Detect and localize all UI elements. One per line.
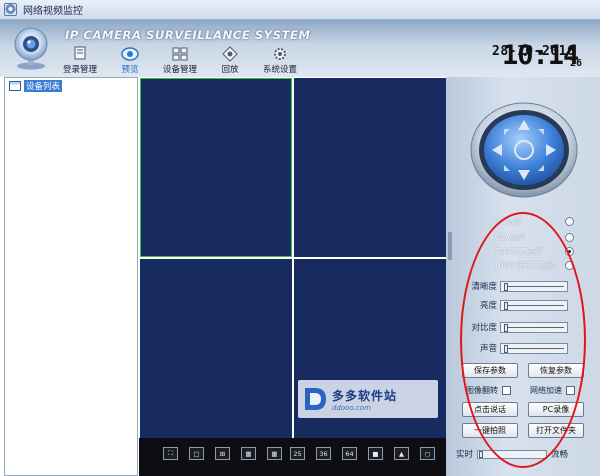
stream-mode-thumb[interactable] xyxy=(479,450,484,458)
nav-login-label: 登录管理 xyxy=(62,65,97,75)
brightness-label: 亮度 xyxy=(479,301,497,311)
ptz-control[interactable] xyxy=(470,102,578,198)
layout-4-button[interactable]: ⊞ xyxy=(215,447,230,460)
close-all-button[interactable]: ◻ xyxy=(420,447,435,460)
flip-check-row[interactable]: 图像翻转 xyxy=(466,384,511,396)
preview-icon xyxy=(121,47,139,61)
device-manage-icon xyxy=(172,47,188,61)
nav-settings-label: 系统设置 xyxy=(262,65,297,75)
res-vga-radio[interactable] xyxy=(565,232,574,242)
res-720p-radio[interactable] xyxy=(565,246,574,256)
res-cif-radio[interactable] xyxy=(565,216,574,226)
panel-splitter[interactable] xyxy=(448,232,452,260)
app-icon xyxy=(4,3,17,16)
contrast-label: 对比度 xyxy=(471,323,497,333)
window-title: 网络视频监控 xyxy=(23,6,83,17)
layout-64-button[interactable]: 64 xyxy=(342,447,357,460)
open-folder-button[interactable]: 打开文件夹 xyxy=(528,423,584,438)
layout-36-button[interactable]: 36 xyxy=(316,447,331,460)
brightness-slider[interactable] xyxy=(500,299,568,311)
layout-9-button[interactable]: ▦ xyxy=(241,447,256,460)
flip-checkbox[interactable] xyxy=(502,385,511,395)
device-list-icon xyxy=(9,81,21,91)
record-all-button[interactable]: ■ xyxy=(368,447,383,460)
main-nav: 登录管理 预览 设备管理 回放 系统设置 xyxy=(55,42,305,75)
talk-button[interactable]: 点击说话 xyxy=(462,402,518,417)
camera-logo-icon xyxy=(14,27,48,70)
snapshot-all-button[interactable]: ▲ xyxy=(394,447,409,460)
accel-label: 网络加速 xyxy=(530,385,562,395)
volume-slider-thumb[interactable] xyxy=(504,344,509,353)
sharpness-label: 清晰度 xyxy=(471,282,497,292)
smooth-label: 流畅 xyxy=(551,450,569,460)
accel-checkbox[interactable] xyxy=(566,385,575,395)
res-vga-label: VGA高清 xyxy=(494,232,526,242)
res-option-cif[interactable]: CIF标清 xyxy=(494,215,574,227)
contrast-slider-thumb[interactable] xyxy=(504,323,509,332)
watermark-logo-icon xyxy=(305,388,326,410)
res-option-vga[interactable]: VGA高清 xyxy=(494,231,574,243)
res-1080p-radio[interactable] xyxy=(565,260,574,270)
nav-playback-label: 回放 xyxy=(221,65,239,75)
brightness-slider-row: 亮度 xyxy=(456,298,576,312)
nav-login[interactable]: 登录管理 xyxy=(55,42,105,75)
video-cell-2[interactable] xyxy=(294,78,446,257)
volume-label: 声音 xyxy=(479,344,497,354)
flip-label: 图像翻转 xyxy=(466,385,498,395)
volume-slider-row: 声音 xyxy=(456,341,576,355)
volume-slider[interactable] xyxy=(500,342,568,354)
device-list-panel[interactable]: 设备列表 xyxy=(4,77,138,476)
sharpness-slider-thumb[interactable] xyxy=(504,282,509,291)
nav-preview[interactable]: 预览 xyxy=(105,42,155,75)
realtime-label: 实时 xyxy=(456,450,474,460)
layout-1-button[interactable]: □ xyxy=(189,447,204,460)
res-option-720p[interactable]: 720P百万高清 xyxy=(494,245,574,257)
stream-mode-row: 实时 流畅 xyxy=(456,447,596,461)
res-1080p-label: 1080P两百万高清 xyxy=(494,260,556,270)
device-list-root[interactable]: 设备列表 xyxy=(9,80,63,92)
contrast-slider-row: 对比度 xyxy=(456,320,576,334)
res-cif-label: CIF标清 xyxy=(494,216,521,226)
nav-device-manage[interactable]: 设备管理 xyxy=(155,42,205,75)
login-icon xyxy=(74,46,86,60)
clock-seconds: 26 xyxy=(570,58,583,69)
window-titlebar: 网络视频监控 xyxy=(0,0,600,20)
sharpness-slider-row: 清晰度 xyxy=(456,279,576,293)
res-option-1080p[interactable]: 1080P两百万高清 xyxy=(494,259,574,271)
device-list-label: 设备列表 xyxy=(24,80,63,92)
snapshot-button[interactable]: 一键拍照 xyxy=(462,423,518,438)
playback-icon xyxy=(222,46,238,62)
layout-25-button[interactable]: 25 xyxy=(290,447,305,460)
save-params-button[interactable]: 保存参数 xyxy=(462,363,518,378)
nav-preview-label: 预览 xyxy=(121,65,139,75)
accel-check-row[interactable]: 网络加速 xyxy=(530,384,575,396)
stream-mode-slider[interactable] xyxy=(477,449,548,459)
site-watermark: 多多软件站 ddooo.com xyxy=(298,380,438,418)
contrast-slider[interactable] xyxy=(500,321,568,333)
sharpness-slider[interactable] xyxy=(500,280,568,292)
nav-device-manage-label: 设备管理 xyxy=(162,65,197,75)
nav-settings[interactable]: 系统设置 xyxy=(255,42,305,75)
restore-params-button[interactable]: 恢复参数 xyxy=(528,363,584,378)
watermark-name: 多多软件站 xyxy=(332,388,398,403)
layout-16-button[interactable]: ▦ xyxy=(267,447,282,460)
nav-playback[interactable]: 回放 xyxy=(205,42,255,75)
res-720p-label: 720P百万高清 xyxy=(494,246,543,256)
clock-time: 10:14 xyxy=(502,40,579,71)
video-cell-3[interactable] xyxy=(140,259,292,438)
banner-text: IP CAMERA SURVEILLANCE SYSTEM xyxy=(65,28,311,42)
watermark-url: ddooo.com xyxy=(332,403,371,412)
pc-record-button[interactable]: PC录像 xyxy=(528,402,584,417)
fullscreen-button[interactable]: ⛶ xyxy=(163,447,178,460)
settings-icon xyxy=(274,48,286,60)
brightness-slider-thumb[interactable] xyxy=(504,301,509,310)
video-cell-1[interactable] xyxy=(140,78,292,257)
